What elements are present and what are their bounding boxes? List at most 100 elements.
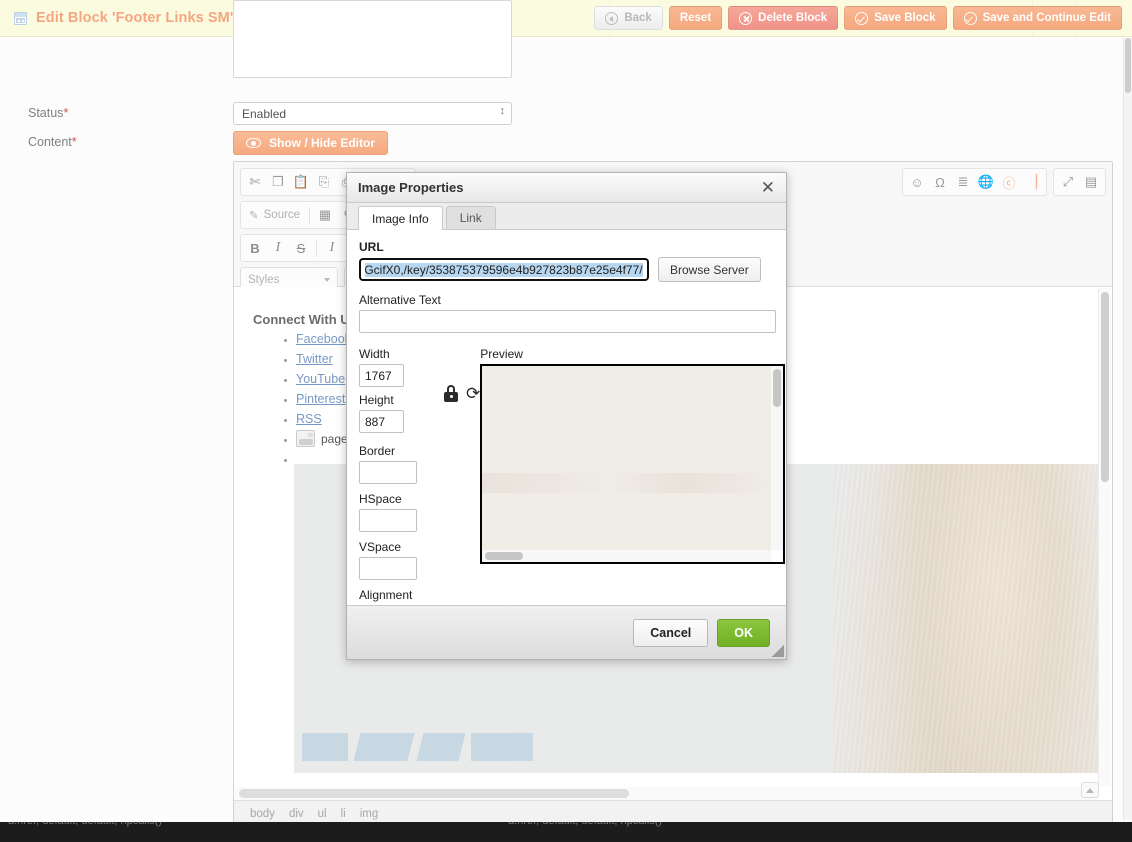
view-toolgroup: ⤢ ▤ bbox=[1053, 168, 1106, 196]
omega-icon[interactable]: Ω bbox=[929, 171, 951, 193]
required-marker: * bbox=[71, 135, 77, 149]
link-twitter[interactable]: Twitter bbox=[296, 352, 333, 366]
magento-variable-icon[interactable]: ▕ bbox=[1021, 171, 1043, 193]
editor-vertical-scrollbar[interactable] bbox=[1098, 288, 1111, 786]
element-path-div[interactable]: div bbox=[289, 808, 304, 820]
ok-button[interactable]: OK bbox=[717, 618, 770, 647]
paste-icon[interactable]: 📋 bbox=[290, 171, 312, 193]
underline-button[interactable]: I bbox=[321, 237, 343, 259]
scrollbar-thumb[interactable] bbox=[239, 789, 629, 798]
link-pinterest[interactable]: Pinterest bbox=[296, 392, 345, 406]
image-preview[interactable] bbox=[480, 364, 786, 564]
dialog-footer: Cancel OK bbox=[347, 605, 786, 659]
lock-ratio-icon[interactable] bbox=[444, 385, 458, 402]
reset-button[interactable]: Reset bbox=[668, 6, 723, 30]
image-properties-dialog: Image Properties ✕ Image Info Link URL B… bbox=[346, 172, 787, 660]
editor-horizontal-scrollbar[interactable] bbox=[235, 787, 1098, 800]
url-input[interactable] bbox=[358, 257, 650, 282]
strikethrough-button[interactable]: S bbox=[290, 237, 312, 259]
preview-canvas bbox=[482, 366, 772, 550]
hspace-input[interactable] bbox=[359, 509, 417, 532]
save-and-continue-edit-button-label: Save and Continue Edit bbox=[982, 12, 1111, 24]
maximize-icon[interactable]: ⤢ bbox=[1057, 171, 1079, 193]
url-row: Browse Server bbox=[358, 257, 774, 282]
reset-size-icon[interactable]: ⟳ bbox=[466, 385, 480, 629]
templates-icon[interactable]: ▦ bbox=[314, 204, 336, 226]
content-label: Content* bbox=[28, 135, 77, 149]
preview-label: Preview bbox=[480, 347, 523, 361]
bold-button[interactable]: B bbox=[244, 237, 266, 259]
scrollbar-thumb[interactable] bbox=[1101, 292, 1109, 482]
save-block-button-label: Save Block bbox=[874, 12, 936, 24]
delete-block-button[interactable]: Delete Block bbox=[728, 6, 839, 30]
show-blocks-icon[interactable]: ▤ bbox=[1080, 171, 1102, 193]
alternative-text-input[interactable] bbox=[359, 310, 776, 333]
check-circle-icon bbox=[963, 11, 977, 25]
element-path-ul[interactable]: ul bbox=[318, 808, 327, 820]
scrollbar-thumb[interactable] bbox=[1125, 38, 1131, 93]
list-item: YouTube bbox=[296, 369, 351, 389]
link-facebook[interactable]: Facebook bbox=[296, 332, 351, 346]
save-and-continue-edit-button[interactable]: Save and Continue Edit bbox=[952, 6, 1122, 30]
cancel-button[interactable]: Cancel bbox=[633, 618, 709, 647]
preview-column: Preview bbox=[480, 347, 786, 629]
element-path-img[interactable]: img bbox=[360, 808, 379, 820]
height-label: Height bbox=[359, 393, 394, 407]
height-input[interactable] bbox=[359, 410, 404, 433]
list-item: page bbox=[296, 429, 351, 449]
source-button[interactable]: ✎ Source bbox=[244, 204, 305, 226]
link-rss[interactable]: RSS bbox=[296, 412, 322, 426]
toolbar-separator bbox=[316, 239, 317, 257]
border-label: Border bbox=[359, 444, 396, 458]
page-break-icon[interactable]: ≣ bbox=[952, 171, 974, 193]
dimensions-column: Width Height Border HSpace VSpace Alignm… bbox=[359, 347, 444, 629]
smiley-icon[interactable]: ☺ bbox=[906, 171, 928, 193]
tab-image-info[interactable]: Image Info bbox=[358, 206, 443, 230]
show-hide-editor-button[interactable]: Show / Hide Editor bbox=[233, 131, 389, 155]
source-button-label: Source bbox=[263, 209, 301, 221]
scrollbar-thumb[interactable] bbox=[485, 552, 524, 560]
alignment-label: Alignment bbox=[359, 588, 413, 602]
back-button[interactable]: Back bbox=[594, 6, 663, 30]
iframe-globe-icon[interactable]: 🌐 bbox=[975, 171, 997, 193]
paste-text-icon[interactable]: ⎘ bbox=[313, 171, 335, 193]
link-youtube[interactable]: YouTube bbox=[296, 372, 345, 386]
magento-widget-icon[interactable]: ⓒ bbox=[998, 171, 1020, 193]
eye-icon bbox=[246, 138, 261, 148]
dialog-title-text: Image Properties bbox=[358, 180, 464, 195]
title-textarea[interactable] bbox=[233, 0, 512, 78]
element-path-body[interactable]: body bbox=[250, 808, 275, 820]
page-item-text: page bbox=[321, 432, 348, 446]
copy-icon[interactable]: ❐ bbox=[267, 171, 289, 193]
collapse-toolbar-icon[interactable] bbox=[1081, 782, 1099, 798]
chevron-down-icon: EnabledDisabled bbox=[233, 102, 512, 125]
resize-handle-icon[interactable] bbox=[772, 645, 784, 657]
scrollbar-thumb[interactable] bbox=[773, 369, 782, 407]
preview-vertical-scrollbar[interactable] bbox=[771, 366, 784, 550]
width-input[interactable] bbox=[359, 364, 404, 387]
page-title: Edit Block 'Footer Links SM' bbox=[0, 10, 233, 26]
alternative-text-label: Alternative Text bbox=[359, 293, 441, 307]
save-block-button[interactable]: Save Block bbox=[844, 6, 947, 30]
element-path-li[interactable]: li bbox=[341, 808, 346, 820]
border-input[interactable] bbox=[359, 461, 417, 484]
vspace-input[interactable] bbox=[359, 557, 417, 580]
browse-server-button[interactable]: Browse Server bbox=[658, 257, 761, 282]
dialog-tabs: Image Info Link bbox=[347, 203, 786, 230]
image-placeholder-icon[interactable] bbox=[296, 430, 315, 447]
tab-link[interactable]: Link bbox=[445, 206, 496, 229]
status-text-left: a.href, default, default, npcalls() bbox=[8, 822, 162, 827]
status-select[interactable]: EnabledDisabled bbox=[233, 102, 512, 125]
image-hair-region bbox=[833, 464, 1098, 773]
preview-horizontal-scrollbar[interactable] bbox=[482, 550, 772, 562]
hspace-label: HSpace bbox=[359, 492, 402, 506]
back-arrow-circle-icon bbox=[605, 11, 619, 25]
italic-button[interactable]: I bbox=[267, 237, 289, 259]
dialog-title-bar[interactable]: Image Properties ✕ bbox=[347, 173, 786, 203]
page-vertical-scrollbar[interactable] bbox=[1123, 38, 1132, 820]
top-action-bar: Edit Block 'Footer Links SM' Back Reset … bbox=[0, 0, 1132, 37]
close-icon[interactable]: ✕ bbox=[761, 179, 775, 196]
topbar-button-group: Back Reset Delete Block Save Block Save … bbox=[594, 6, 1122, 30]
required-marker: * bbox=[63, 106, 69, 120]
cut-icon[interactable]: ✄ bbox=[244, 171, 266, 193]
